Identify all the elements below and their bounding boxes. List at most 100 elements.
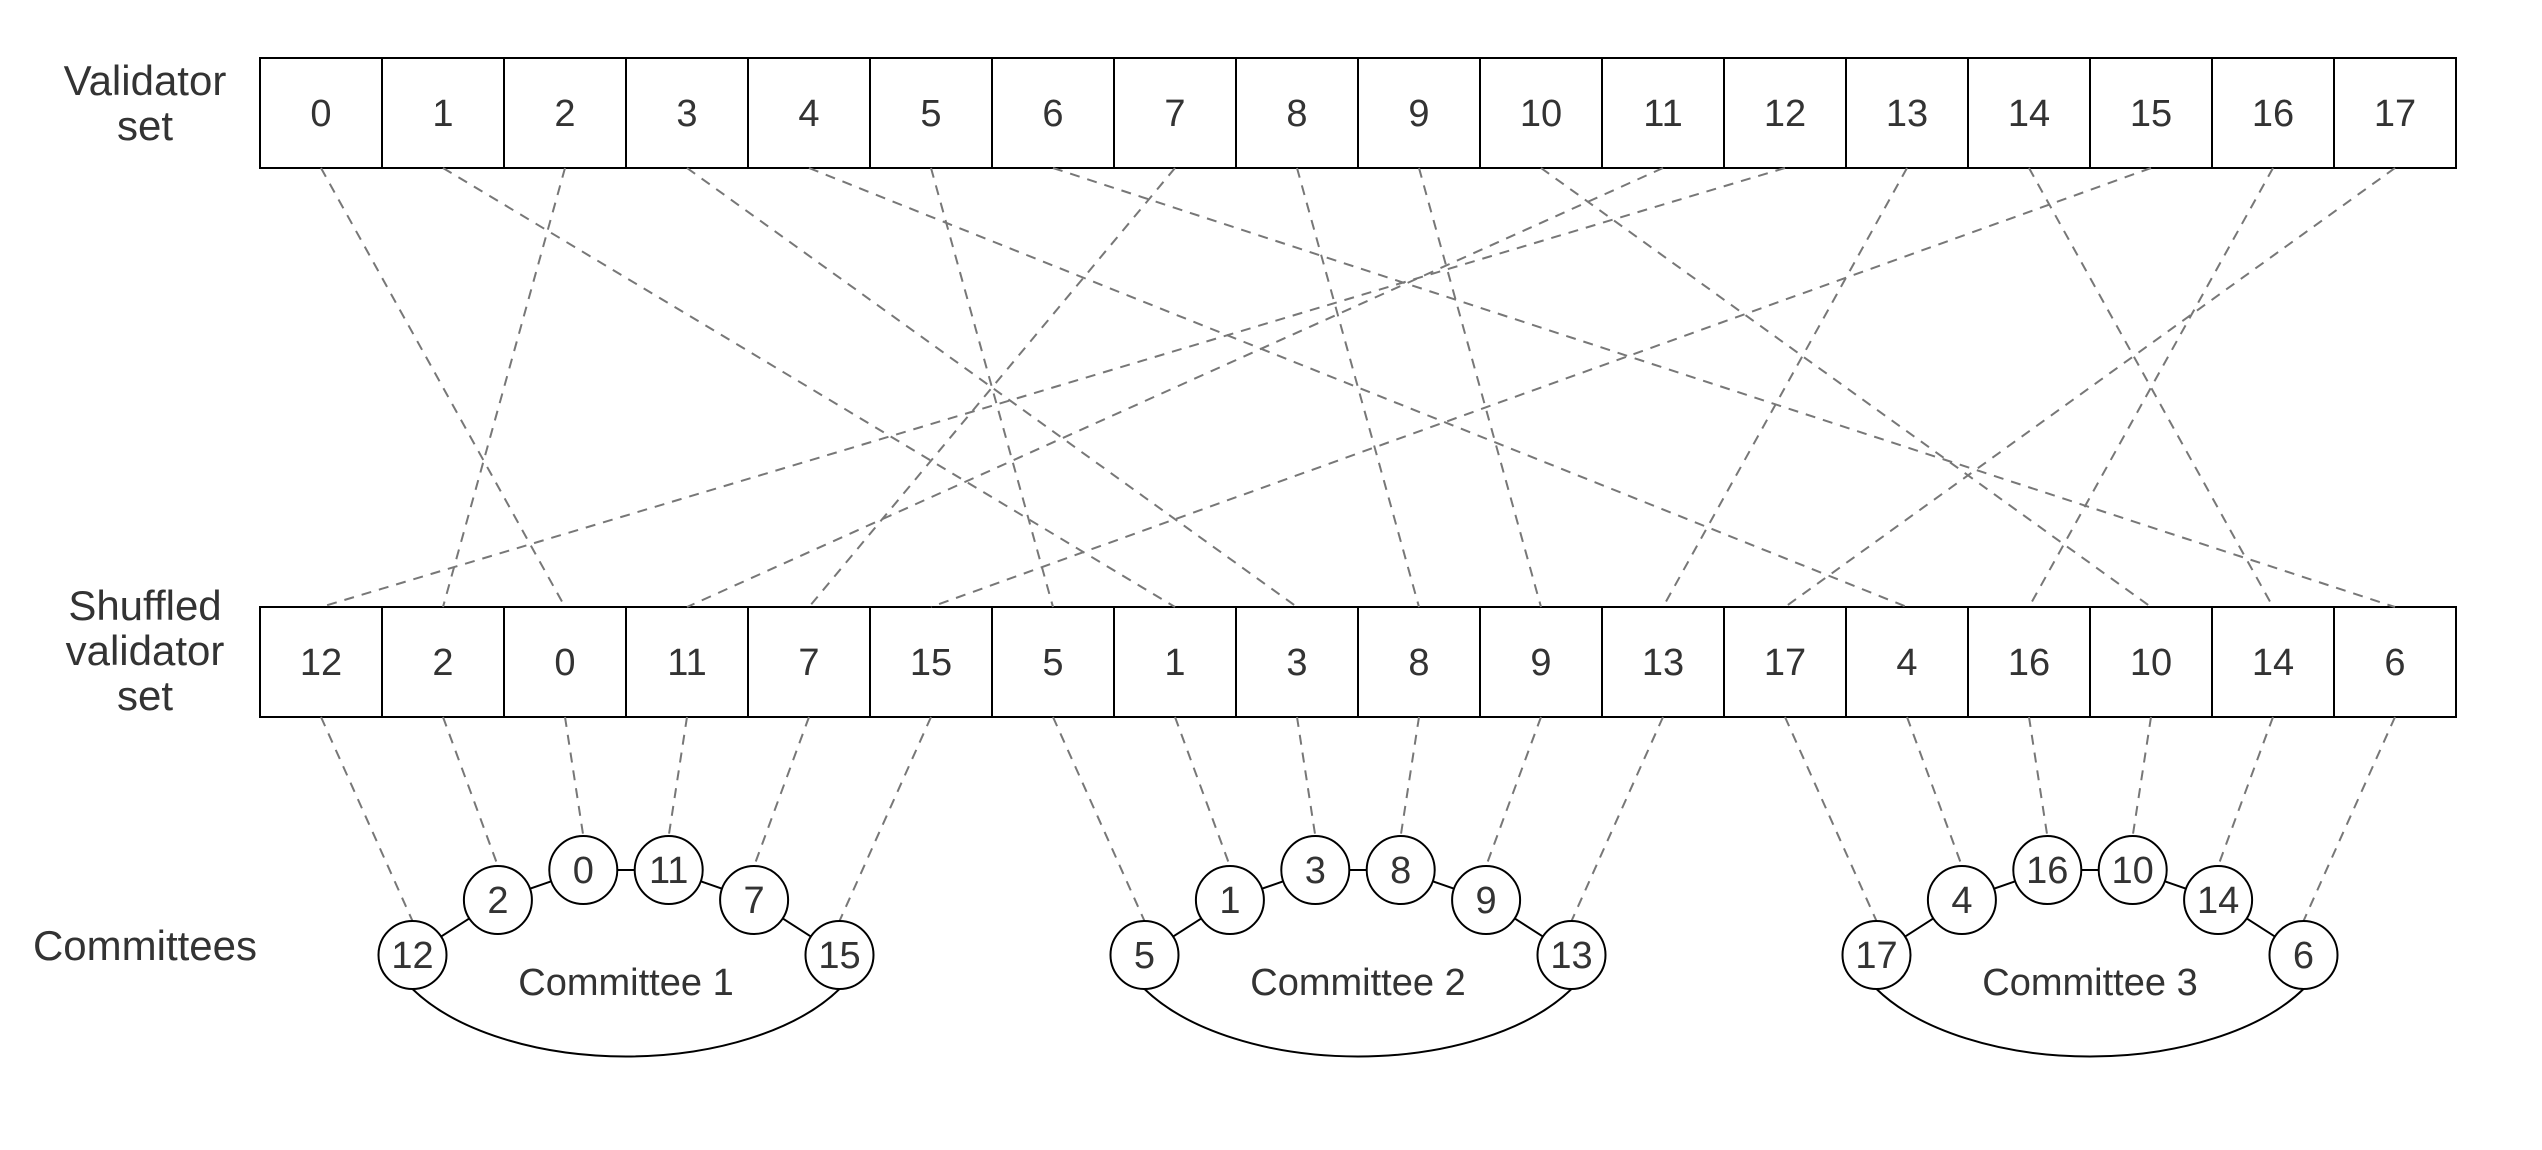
committee-assign-line: [1175, 717, 1230, 866]
label-shuffled-line2: validator: [66, 627, 225, 674]
committee-assign-line: [669, 717, 687, 836]
committee-assign-line: [1486, 717, 1541, 866]
committee-link: [441, 918, 469, 936]
shuffle-line: [1419, 168, 1541, 607]
committee-link: [1262, 881, 1283, 888]
validator-cell-value: 10: [1520, 93, 1562, 135]
shuffled-cell-value: 7: [798, 642, 819, 684]
shuffled-cell-value: 2: [432, 642, 453, 684]
shuffled-cell-value: 6: [2384, 642, 2405, 684]
validator-cell-value: 6: [1042, 93, 1063, 135]
validator-cell-value: 11: [1643, 93, 1682, 135]
committee-link: [783, 918, 811, 936]
committee-assign-line: [565, 717, 583, 836]
committee-label: Committee 2: [1250, 962, 1465, 1004]
validator-cell-value: 2: [554, 93, 575, 135]
committee: 12 2 0 11 7 15 Committee 1: [321, 717, 931, 1056]
shuffled-cell-value: 15: [910, 642, 952, 684]
committee-assign-line: [1572, 717, 1664, 921]
shuffle-line: [931, 168, 2151, 607]
shuffle-line: [687, 168, 1663, 607]
committee-member-value: 7: [744, 880, 765, 922]
validator-set-row: 01234567891011121314151617: [260, 58, 2456, 168]
committee-member-value: 6: [2293, 935, 2314, 977]
label-committees: Committees: [33, 922, 257, 969]
validator-cell-value: 5: [920, 93, 941, 135]
committee-member-value: 11: [649, 850, 688, 892]
committee-member-value: 13: [1550, 935, 1592, 977]
shuffle-line: [321, 168, 1785, 607]
validator-cell-value: 17: [2374, 93, 2416, 135]
committee-assign-line: [2218, 717, 2273, 866]
shuffle-line: [321, 168, 565, 607]
shuffle-line: [687, 168, 1297, 607]
shuffle-line: [809, 168, 1907, 607]
label-shuffled-line1: Shuffled: [68, 582, 221, 629]
validator-cell-value: 0: [310, 93, 331, 135]
committee-assign-line: [1297, 717, 1315, 836]
committee-member-value: 16: [2026, 850, 2068, 892]
committee-link: [2165, 881, 2186, 888]
shuffled-cell-value: 11: [667, 642, 706, 684]
committee-member-value: 1: [1219, 880, 1240, 922]
committee-link: [1515, 918, 1543, 936]
committee-member-value: 0: [573, 850, 594, 892]
shuffled-cell-value: 13: [1642, 642, 1684, 684]
committee-member-value: 9: [1476, 880, 1497, 922]
shuffled-cell-value: 14: [2252, 642, 2294, 684]
validator-cell-value: 4: [798, 93, 819, 135]
committee-member-value: 17: [1855, 935, 1897, 977]
committee-member-value: 15: [818, 935, 860, 977]
committee: 1741610146Committee 3: [1785, 717, 2395, 1056]
committee-assign-line: [2304, 717, 2396, 921]
committee-link: [1994, 881, 2015, 888]
committee-assign-line: [1907, 717, 1962, 866]
shuffled-cell-value: 0: [554, 642, 575, 684]
committee-link: [1433, 881, 1454, 888]
committee-assign-line: [1053, 717, 1145, 921]
committee-member-value: 2: [487, 880, 508, 922]
committee-label: Committee 1: [518, 962, 733, 1004]
validator-cell-value: 1: [432, 93, 453, 135]
committee-link: [530, 881, 551, 888]
shuffled-cell-value: 9: [1530, 642, 1551, 684]
committee-assign-line: [1785, 717, 1877, 921]
committee-assign-line: [1401, 717, 1419, 836]
committee-assign-line: [321, 717, 413, 921]
shuffle-line: [1541, 168, 2151, 607]
validator-cell-value: 13: [1886, 93, 1928, 135]
validator-cell-value: 16: [2252, 93, 2294, 135]
committee-member-value: 12: [391, 935, 433, 977]
committee-link: [1173, 918, 1201, 936]
committee-link: [1905, 918, 1933, 936]
committee-member-value: 5: [1134, 935, 1155, 977]
shuffled-set-row: 12201171551389131741610146: [260, 607, 2456, 717]
shuffle-mapping-lines: [321, 168, 2395, 607]
shuffle-line: [1663, 168, 1907, 607]
shuffled-cell-value: 10: [2130, 642, 2172, 684]
shuffle-line: [1053, 168, 2395, 607]
committee-assign-line: [754, 717, 809, 866]
committee: 5138913Committee 2: [1053, 717, 1663, 1056]
label-shuffled-line3: set: [117, 672, 173, 719]
committee-link: [2247, 918, 2275, 936]
shuffled-cell-value: 1: [1164, 642, 1185, 684]
committee-label: Committee 3: [1982, 962, 2197, 1004]
shuffled-cell-value: 5: [1042, 642, 1063, 684]
shuffled-cell-value: 16: [2008, 642, 2050, 684]
committee-assign-line: [2029, 717, 2047, 836]
shuffle-line: [809, 168, 1175, 607]
committees-group: 122011715Committee 15138913Committee 217…: [321, 717, 2395, 1056]
validator-cell-value: 7: [1164, 93, 1185, 135]
committee-link: [701, 881, 722, 888]
validator-shuffling-diagram: Validator set Shuffled validator set Com…: [0, 0, 2542, 1150]
shuffled-cell-value: 3: [1286, 642, 1307, 684]
validator-cell-value: 9: [1408, 93, 1429, 135]
shuffled-cell-value: 8: [1408, 642, 1429, 684]
shuffle-line: [1785, 168, 2395, 607]
validator-cell-value: 8: [1286, 93, 1307, 135]
validator-cell-value: 3: [676, 93, 697, 135]
committee-member-value: 14: [2197, 880, 2239, 922]
shuffle-line: [931, 168, 1053, 607]
committee-assign-line: [443, 717, 498, 866]
